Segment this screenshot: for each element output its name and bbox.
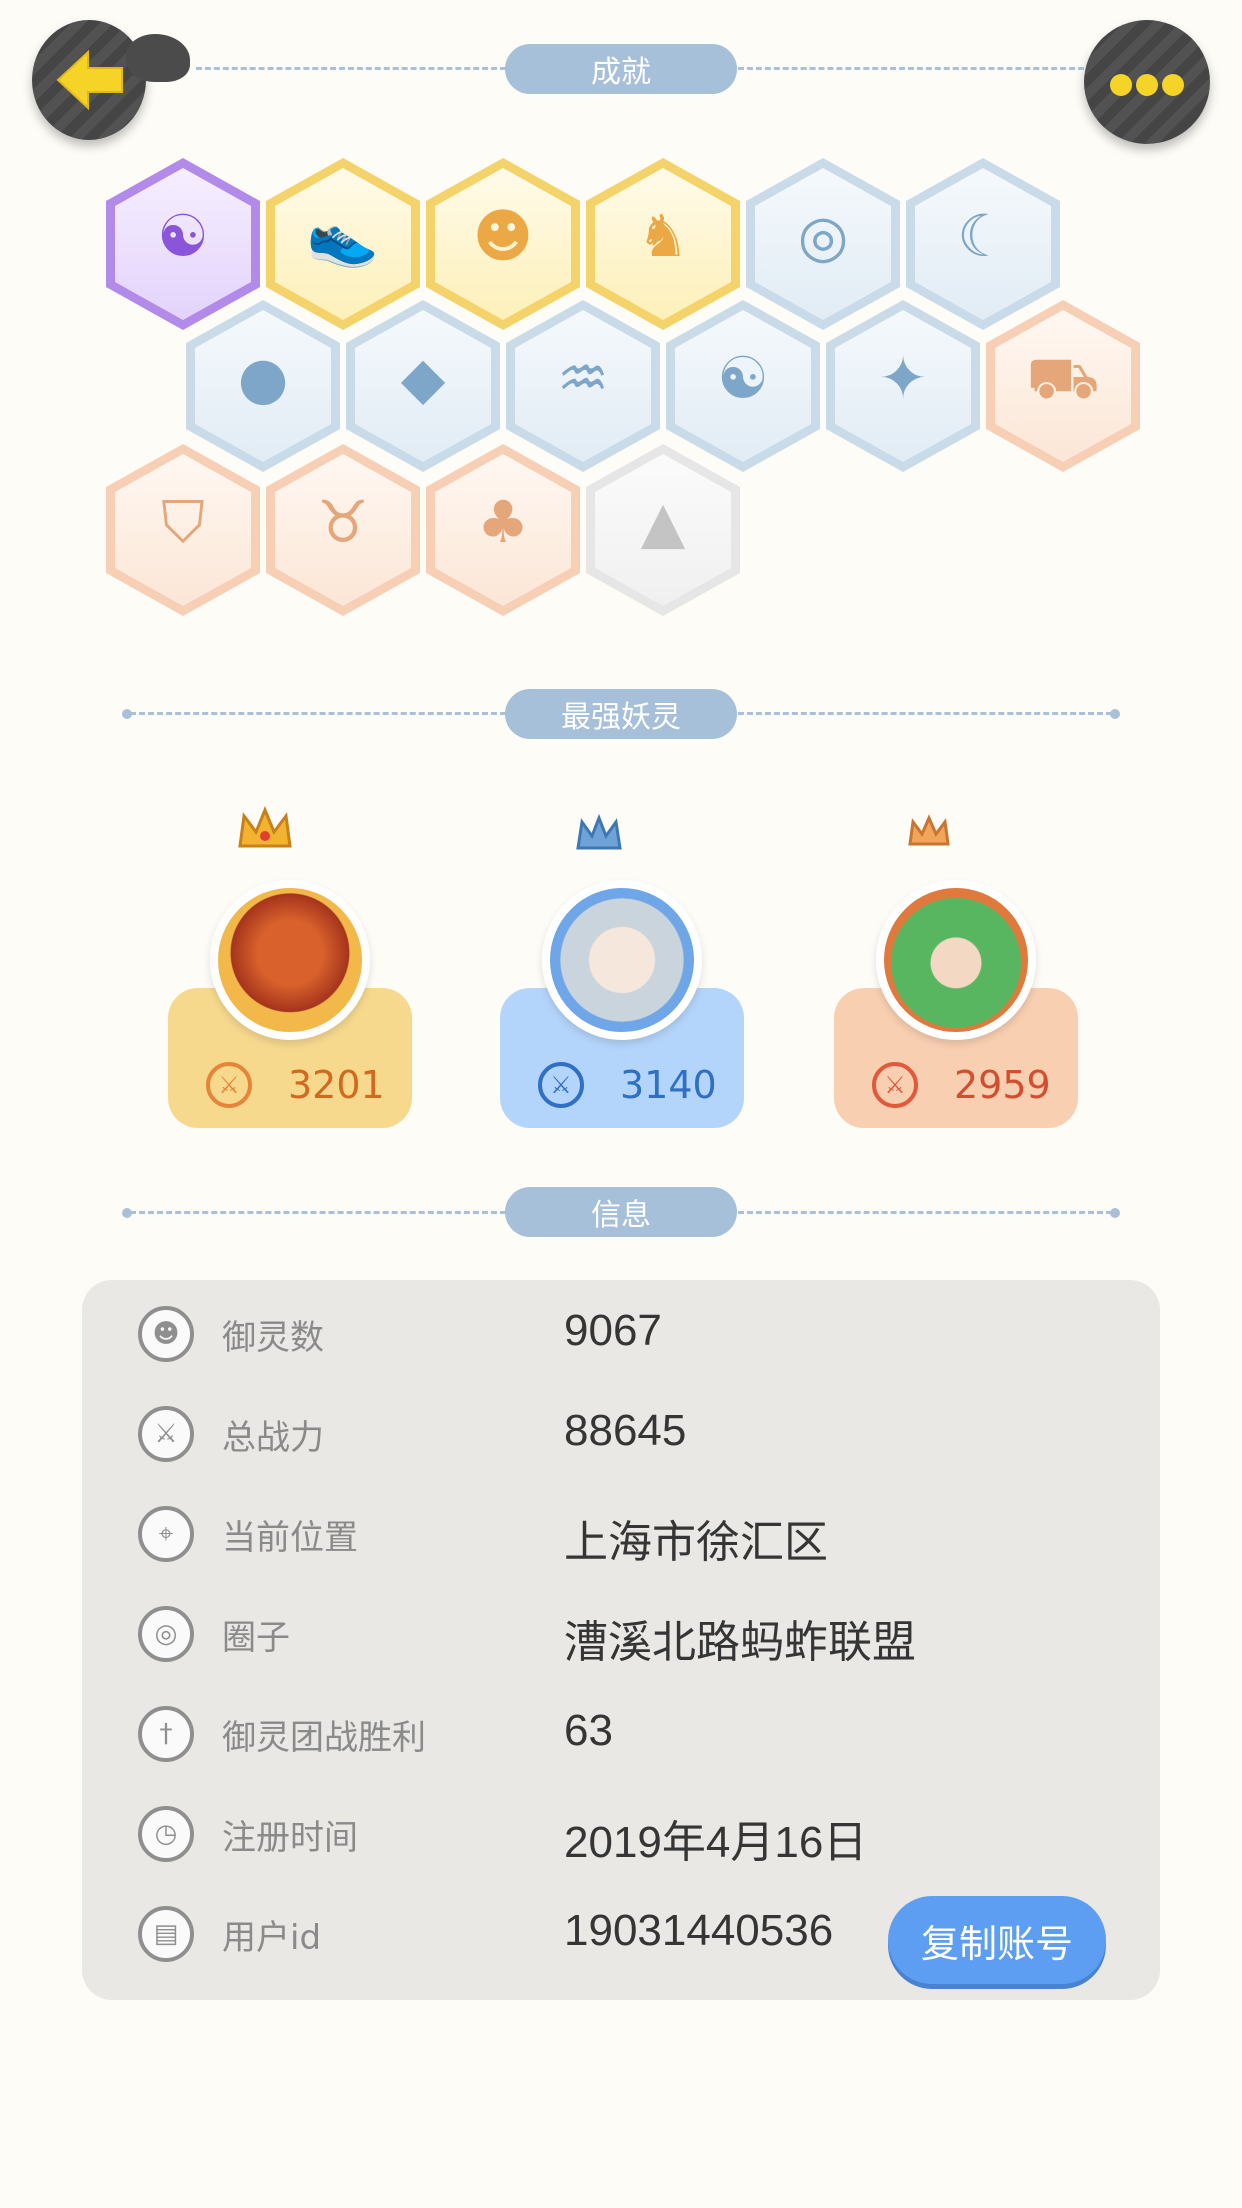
spirits-divider-left [130,712,506,715]
info-divider-left [130,1211,506,1214]
achievement-badge[interactable]: ⛉ [106,444,260,616]
wolf-book-icon: ▲ [640,488,686,556]
info-value: 2019年4月16日 [564,1818,868,1867]
copy-account-button[interactable]: 复制账号 [888,1896,1106,1984]
divider-endpoint [1110,709,1120,719]
info-value: 19031440536 [564,1906,834,1955]
info-label: 用户id [222,1918,322,1958]
achievement-badge[interactable]: 👟 [266,158,420,330]
spirit-score: 2959 [954,1063,1051,1107]
info-row-register-time: ◷ 注册时间 2019年4月16日 [82,1780,1160,1880]
info-divider-right [738,1211,1112,1214]
more-icon-dot [1162,74,1184,96]
spirits-divider-right [738,712,1112,715]
cat-pair-icon: ♣ [477,488,529,556]
location-pin-icon: ⌖ [138,1506,194,1562]
fox-spirit-icon: ♞ [637,202,689,270]
achievement-badge[interactable]: ♒ [506,300,660,472]
achievement-badge[interactable]: ● [186,300,340,472]
strongest-spirits-title: 最强妖灵 [505,689,737,739]
info-title: 信息 [505,1187,737,1237]
radar-icon: ◎ [797,202,849,270]
blue-crown-icon [574,814,624,854]
circle-target-icon: ◎ [138,1606,194,1662]
crystal-icon: ◆ [400,344,446,412]
spirit-face-icon: ☻ [472,202,534,270]
back-button[interactable] [32,20,190,140]
yin-yang-card-icon: ☯ [717,344,769,412]
info-value: 漕溪北路蚂蚱联盟 [564,1618,916,1667]
info-row-circle[interactable]: ◎ 圈子 漕溪北路蚂蚱联盟 [82,1580,1160,1680]
achievement-badge[interactable]: ◎ [746,158,900,330]
moon-icon: ☾ [957,202,1009,270]
sword-icon: ⚔ [538,1062,584,1108]
achievement-badge[interactable]: ▲ [586,444,740,616]
clock-icon: ◷ [138,1806,194,1862]
info-panel: ☻ 御灵数 9067 ⚔ 总战力 88645 ⌖ 当前位置 上海市徐汇区 ◎ 圈… [82,1280,1160,2000]
info-label: 总战力 [222,1418,324,1458]
dragon-icon: ✦ [878,344,928,412]
flag-sword-icon: † [138,1706,194,1762]
info-value: 88645 [564,1406,687,1455]
cat-cart-icon: ⛟ [1026,344,1100,412]
horned-spirit-icon: ♉ [317,488,369,556]
spirit-avatar-2[interactable] [542,880,702,1040]
achievement-badge[interactable]: ☾ [906,158,1060,330]
info-value: 63 [564,1706,613,1755]
achievements-divider-left [196,67,506,70]
achievement-badge[interactable]: ⛟ [986,300,1140,472]
achievements-title: 成就 [505,44,737,94]
info-label: 御灵团战胜利 [222,1718,426,1758]
info-row-team-battle-wins: † 御灵团战胜利 63 [82,1680,1160,1780]
info-label: 圈子 [222,1618,290,1658]
info-row-total-power: ⚔ 总战力 88645 [82,1380,1160,1480]
gold-crown-icon [236,806,294,854]
info-row-location: ⌖ 当前位置 上海市徐汇区 [82,1480,1160,1580]
achievement-badge[interactable]: ◆ [346,300,500,472]
info-value: 上海市徐汇区 [564,1518,828,1567]
achievement-badge[interactable]: ☯ [666,300,820,472]
bronze-crown-icon [906,814,952,850]
spirit-avatar-3[interactable] [876,880,1036,1040]
achievement-badge[interactable]: ♞ [586,158,740,330]
spirit-score: 3201 [288,1063,385,1107]
spirit-score: 3140 [620,1063,717,1107]
info-value: 9067 [564,1306,662,1355]
achievement-badge[interactable]: ☯ [106,158,260,330]
divider-endpoint [1110,1208,1120,1218]
more-button[interactable] [1084,20,1210,144]
sword-icon: ⚔ [206,1062,252,1108]
back-arrow-icon [56,49,123,111]
shield-icon: ⛉ [161,488,205,556]
info-row-spirit-count: ☻ 御灵数 9067 [82,1280,1160,1380]
sword-icon: ⚔ [872,1062,918,1108]
spirit-avatar-1[interactable] [210,880,370,1040]
info-label: 当前位置 [222,1518,358,1558]
water-spirit-icon: ♒ [557,344,609,412]
info-label: 御灵数 [222,1318,324,1358]
achievement-badge[interactable]: ♉ [266,444,420,616]
back-button-tail [126,34,190,82]
spirit-icon: ☻ [138,1306,194,1362]
more-icon-dot [1136,74,1158,96]
yin-yang-icon: ☯ [157,202,209,270]
info-row-user-id: ▤ 用户id 19031440536 复制账号 [82,1880,1160,1984]
sword-icon: ⚔ [138,1406,194,1462]
achievement-badge[interactable]: ✦ [826,300,980,472]
info-label: 注册时间 [222,1818,358,1858]
achievements-divider-right [738,67,1084,70]
achievement-badge[interactable]: ♣ [426,444,580,616]
sneaker-icon: 👟 [306,202,380,270]
achievement-badge[interactable]: ☻ [426,158,580,330]
more-icon-dot [1110,74,1132,96]
orb-icon: ● [237,344,289,412]
id-card-icon: ▤ [138,1906,194,1962]
